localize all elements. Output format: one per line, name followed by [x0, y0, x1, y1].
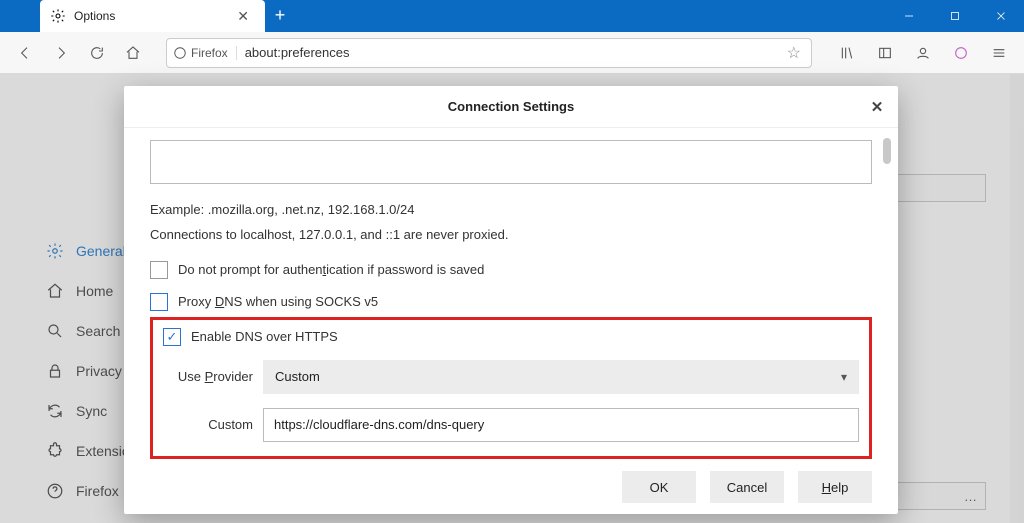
hamburger-menu-icon[interactable] — [982, 36, 1016, 70]
account-icon[interactable] — [906, 36, 940, 70]
back-button[interactable] — [8, 36, 42, 70]
checkbox-row-doh[interactable]: ✓ Enable DNS over HTTPS — [163, 328, 859, 346]
no-proxy-for-textarea[interactable] — [150, 140, 872, 184]
reload-button[interactable] — [80, 36, 114, 70]
cancel-button[interactable]: Cancel — [710, 471, 784, 503]
connection-settings-dialog: Connection Settings ✕ Example: .mozilla.… — [124, 86, 898, 514]
chevron-down-icon: ▾ — [841, 370, 847, 384]
browser-tab[interactable]: Options ✕ — [40, 0, 265, 32]
checkbox-label: Proxy DNS when using SOCKS v5 — [178, 294, 378, 309]
checkbox-doh[interactable]: ✓ — [163, 328, 181, 346]
ok-button[interactable]: OK — [622, 471, 696, 503]
select-value: Custom — [275, 369, 320, 384]
extension-icon[interactable] — [944, 36, 978, 70]
dialog-title-bar: Connection Settings ✕ — [124, 86, 898, 128]
identity-label: Firefox — [191, 46, 228, 60]
tab-close-icon[interactable]: ✕ — [231, 6, 255, 27]
scrollbar-thumb[interactable] — [883, 138, 891, 164]
bookmark-star-icon[interactable]: ☆ — [783, 43, 805, 63]
custom-label: Custom — [163, 417, 263, 432]
forward-button[interactable] — [44, 36, 78, 70]
checkbox-row-noprompt[interactable]: Do not prompt for authentication if pass… — [150, 261, 872, 279]
minimize-button[interactable] — [886, 0, 932, 32]
maximize-button[interactable] — [932, 0, 978, 32]
help-button[interactable]: Help — [798, 471, 872, 503]
window-titlebar: Options ✕ + — [0, 0, 1024, 32]
gear-icon — [50, 8, 66, 24]
dialog-title: Connection Settings — [448, 99, 574, 114]
dialog-button-row: OK Cancel Help — [124, 460, 898, 514]
checkbox-noprompt[interactable] — [150, 261, 168, 279]
new-tab-button[interactable]: + — [265, 0, 295, 30]
checkbox-proxydns[interactable] — [150, 293, 168, 311]
checkbox-row-proxydns[interactable]: Proxy DNS when using SOCKS v5 — [150, 293, 872, 311]
provider-row: Use Provider Custom ▾ — [163, 360, 859, 394]
checkmark-icon: ✓ — [167, 329, 178, 345]
custom-url-input[interactable] — [263, 408, 859, 442]
tab-title: Options — [74, 9, 231, 23]
url-text: about:preferences — [245, 45, 783, 60]
firefox-icon — [173, 46, 187, 60]
custom-row: Custom — [163, 408, 859, 442]
library-icon[interactable] — [830, 36, 864, 70]
provider-select[interactable]: Custom ▾ — [263, 360, 859, 394]
highlight-box: ✓ Enable DNS over HTTPS Use Provider Cus… — [150, 317, 872, 459]
dialog-close-button[interactable]: ✕ — [866, 96, 888, 118]
window-controls — [886, 0, 1024, 32]
close-window-button[interactable] — [978, 0, 1024, 32]
localhost-note: Connections to localhost, 127.0.0.1, and… — [150, 223, 872, 246]
sidebar-icon[interactable] — [868, 36, 902, 70]
checkbox-label: Do not prompt for authentication if pass… — [178, 262, 484, 277]
dialog-body: Example: .mozilla.org, .net.nz, 192.168.… — [124, 128, 898, 460]
checkbox-label: Enable DNS over HTTPS — [191, 329, 338, 344]
browser-toolbar: Firefox about:preferences ☆ — [0, 32, 1024, 74]
home-button[interactable] — [116, 36, 150, 70]
url-bar[interactable]: Firefox about:preferences ☆ — [166, 38, 812, 68]
no-proxy-example: Example: .mozilla.org, .net.nz, 192.168.… — [150, 198, 872, 221]
dialog-scrollbar[interactable] — [880, 138, 894, 450]
provider-label: Use Provider — [163, 369, 263, 384]
identity-badge[interactable]: Firefox — [173, 46, 237, 60]
